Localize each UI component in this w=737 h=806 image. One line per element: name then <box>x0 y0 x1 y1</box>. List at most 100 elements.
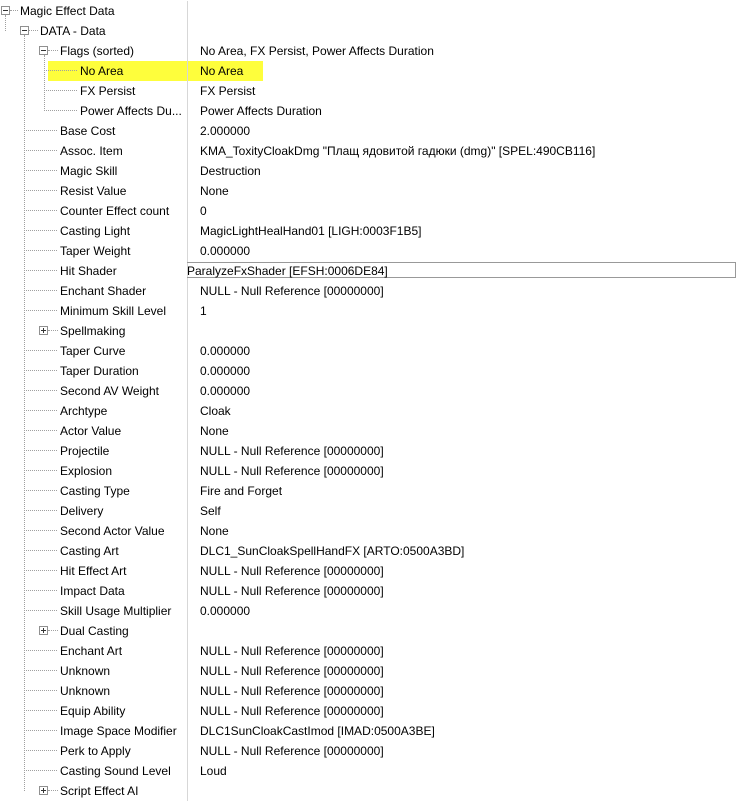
tree-row[interactable]: Taper Duration 0.000000 <box>0 361 737 381</box>
tree-row[interactable]: Magic Skill Destruction <box>0 161 737 181</box>
field-value[interactable]: 0.000000 <box>200 364 250 378</box>
field-label: Second AV Weight <box>60 384 159 398</box>
field-value[interactable]: NULL - Null Reference [00000000] <box>200 564 384 578</box>
field-value[interactable]: KMA_ToxityCloakDmg "Плащ ядовитой гадюки… <box>200 144 595 158</box>
tree-row[interactable]: Explosion NULL - Null Reference [00000000… <box>0 461 737 481</box>
tree-row[interactable]: Enchant Art NULL - Null Reference [000000… <box>0 641 737 661</box>
field-value[interactable]: NULL - Null Reference [00000000] <box>200 464 384 478</box>
field-label: Enchant Shader <box>60 284 147 298</box>
field-value[interactable]: MagicLightHealHand01 [LIGH:0003F1B5] <box>200 224 421 238</box>
tree-row[interactable]: Second AV Weight 0.000000 <box>0 381 737 401</box>
tree-row[interactable]: Second Actor Value None <box>0 521 737 541</box>
tree-connector <box>24 370 57 371</box>
tree-connector <box>24 470 57 471</box>
field-value[interactable]: Fire and Forget <box>200 484 282 498</box>
field-value[interactable]: 2.000000 <box>200 124 250 138</box>
tree-row[interactable]: Casting Art DLC1_SunCloakSpellHandFX [ART… <box>0 541 737 561</box>
field-value[interactable]: NULL - Null Reference [00000000] <box>200 444 384 458</box>
collapse-icon[interactable] <box>1 6 10 15</box>
tree-row[interactable]: Unknown NULL - Null Reference [00000000] <box>0 681 737 701</box>
tree-connector <box>24 670 57 671</box>
tree-row[interactable]: Resist Value None <box>0 181 737 201</box>
field-value[interactable]: NULL - Null Reference [00000000] <box>200 744 384 758</box>
field-value[interactable]: FX Persist <box>200 84 255 98</box>
tree-row[interactable]: FX Persist FX Persist <box>0 81 737 101</box>
field-value[interactable]: No Area <box>200 64 243 78</box>
tree-row[interactable]: Skill Usage Multiplier 0.000000 <box>0 601 737 621</box>
tree-row[interactable]: Delivery Self <box>0 501 737 521</box>
field-value[interactable]: Loud <box>200 764 227 778</box>
field-value[interactable]: None <box>200 424 229 438</box>
field-value[interactable]: 0.000000 <box>200 244 250 258</box>
field-value[interactable]: NULL - Null Reference [00000000] <box>200 684 384 698</box>
field-value[interactable]: 0.000000 <box>200 344 250 358</box>
tree-row[interactable]: Flags (sorted) No Area, FX Persist, Power… <box>0 41 737 61</box>
record-tree-view[interactable]: Magic Effect Data DATA - Data Flags (sorte… <box>0 0 737 806</box>
tree-row[interactable]: Image Space Modifier DLC1SunCloakCastImod… <box>0 721 737 741</box>
tree-row[interactable]: Taper Weight 0.000000 <box>0 241 737 261</box>
tree-row[interactable]: Perk to Apply NULL - Null Reference [0000… <box>0 741 737 761</box>
field-value-editor[interactable]: ParalyzeFxShader [EFSH:0006DE84] <box>187 262 736 278</box>
tree-connector <box>24 150 57 151</box>
tree-connector <box>48 50 58 51</box>
field-value[interactable]: DLC1_SunCloakSpellHandFX [ARTO:0500A3BD] <box>200 544 464 558</box>
field-value[interactable]: No Area, FX Persist, Power Affects Durat… <box>200 44 434 58</box>
field-value[interactable]: NULL - Null Reference [00000000] <box>200 664 384 678</box>
field-value[interactable]: 0 <box>200 204 207 218</box>
field-label: No Area <box>80 64 124 78</box>
tree-connector <box>24 730 57 731</box>
field-label: Explosion <box>60 464 113 478</box>
field-value[interactable]: Cloak <box>200 404 231 418</box>
collapse-icon[interactable] <box>20 26 29 35</box>
tree-row[interactable]: Equip Ability NULL - Null Reference [0000… <box>0 701 737 721</box>
tree-row[interactable]: Casting Sound Level Loud <box>0 761 737 781</box>
field-value[interactable]: None <box>200 184 229 198</box>
tree-row[interactable]: DATA - Data <box>0 21 737 41</box>
tree-row[interactable]: Archtype Cloak <box>0 401 737 421</box>
tree-row[interactable]: Projectile NULL - Null Reference [0000000… <box>0 441 737 461</box>
field-value[interactable]: Power Affects Duration <box>200 104 322 118</box>
column-separator <box>187 661 188 681</box>
field-value[interactable]: None <box>200 524 229 538</box>
field-label: Spellmaking <box>60 324 126 338</box>
collapse-icon[interactable] <box>39 46 48 55</box>
expand-icon[interactable] <box>39 326 48 335</box>
field-value[interactable]: NULL - Null Reference [00000000] <box>200 584 384 598</box>
tree-row[interactable]: Spellmaking <box>0 321 737 341</box>
tree-connector <box>44 70 77 71</box>
tree-row[interactable]: Unknown NULL - Null Reference [00000000] <box>0 661 737 681</box>
field-value[interactable]: DLC1SunCloakCastImod [IMAD:0500A3BE] <box>200 724 435 738</box>
column-separator <box>187 641 188 661</box>
field-label: Magic Effect Data <box>20 4 115 18</box>
field-value[interactable]: NULL - Null Reference [00000000] <box>200 644 384 658</box>
tree-row[interactable]: Actor Value None <box>0 421 737 441</box>
expand-icon[interactable] <box>39 786 48 795</box>
tree-row[interactable]: Casting Type Fire and Forget <box>0 481 737 501</box>
field-value[interactable]: 1 <box>200 304 207 318</box>
tree-row[interactable]: Script Effect AI <box>0 781 737 801</box>
expand-icon[interactable] <box>39 626 48 635</box>
field-value[interactable]: NULL - Null Reference [00000000] <box>200 284 384 298</box>
tree-row[interactable]: Assoc. Item KMA_ToxityCloakDmg "Плащ ядов… <box>0 141 737 161</box>
tree-row[interactable]: Base Cost 2.000000 <box>0 121 737 141</box>
tree-row[interactable]: Hit Effect Art NULL - Null Reference [000… <box>0 561 737 581</box>
tree-row[interactable]: Magic Effect Data <box>0 1 737 21</box>
field-value[interactable]: 0.000000 <box>200 604 250 618</box>
tree-row[interactable]: Impact Data NULL - Null Reference [000000… <box>0 581 737 601</box>
tree-row[interactable]: No Area No Area <box>0 61 737 81</box>
field-value[interactable]: Self <box>200 504 221 518</box>
field-value[interactable]: Destruction <box>200 164 261 178</box>
tree-row[interactable]: Power Affects Du... Power Affects Duratio… <box>0 101 737 121</box>
tree-row[interactable]: Hit Shader ParalyzeFxShader [EFSH:0006DE8… <box>0 261 737 281</box>
field-value[interactable]: 0.000000 <box>200 384 250 398</box>
column-separator <box>187 721 188 741</box>
tree-row[interactable]: Dual Casting <box>0 621 737 641</box>
tree-row[interactable]: Taper Curve 0.000000 <box>0 341 737 361</box>
tree-row[interactable]: Enchant Shader NULL - Null Reference [000… <box>0 281 737 301</box>
field-value[interactable]: NULL - Null Reference [00000000] <box>200 704 384 718</box>
tree-guide-line <box>44 55 45 111</box>
tree-row[interactable]: Minimum Skill Level 1 <box>0 301 737 321</box>
tree-row[interactable]: Counter Effect count 0 <box>0 201 737 221</box>
tree-row[interactable]: Casting Light MagicLightHealHand01 [LIGH:… <box>0 221 737 241</box>
tree-connector <box>24 530 57 531</box>
